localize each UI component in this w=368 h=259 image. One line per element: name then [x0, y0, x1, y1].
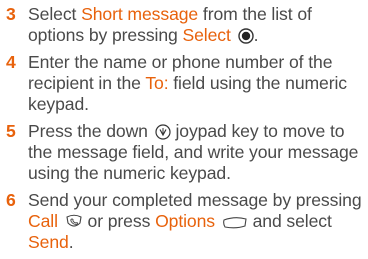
call-key-icon [65, 214, 83, 230]
step-text: Press the down [28, 121, 153, 141]
highlight-to-field: To: [145, 73, 169, 93]
options-softkey-icon [222, 216, 248, 230]
joypad-down-icon [155, 124, 171, 140]
step-number: 4 [6, 52, 16, 72]
step-text: Select [28, 4, 82, 24]
step-6: 6 Send your completed message by pressin… [6, 190, 364, 253]
instruction-steps: 3 Select Short message from the list of … [6, 4, 364, 259]
highlight-send: Send [28, 232, 69, 252]
step-4: 4 Enter the name or phone number of the … [6, 52, 364, 115]
step-number: 3 [6, 4, 16, 24]
step-number: 5 [6, 121, 16, 141]
highlight-short-message: Short message [81, 4, 199, 24]
step-text: or press [82, 211, 156, 231]
step-number: 6 [6, 190, 16, 210]
step-3: 3 Select Short message from the list of … [6, 4, 364, 46]
step-text: . [253, 25, 259, 45]
step-text: and select [247, 211, 332, 231]
step-text: . [68, 232, 74, 252]
highlight-select: Select [182, 25, 231, 45]
step-5: 5 Press the down joypad key to move to t… [6, 121, 364, 184]
highlight-call: Call [28, 211, 58, 231]
highlight-options: Options [155, 211, 215, 231]
step-text: Send your completed message by pressing [28, 190, 362, 210]
select-center-key-icon [237, 28, 254, 44]
